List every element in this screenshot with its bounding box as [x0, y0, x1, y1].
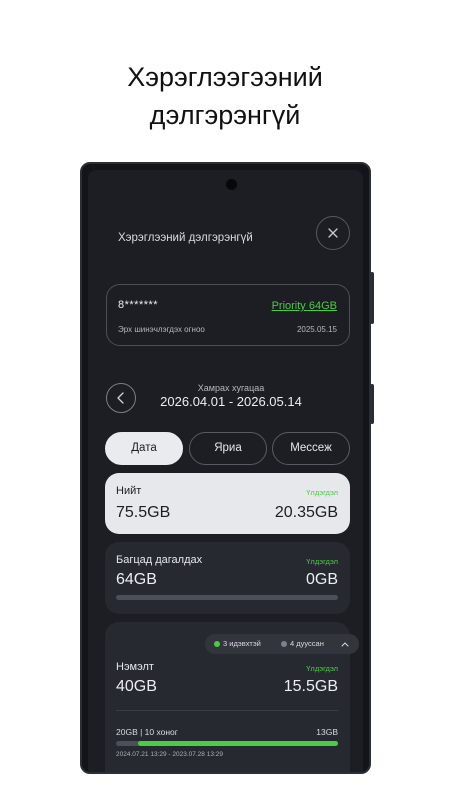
period-label: Хамрах хугацаа [197, 383, 265, 393]
account-card: 8******* Priority 64GB Эрх шинэчлэгдэх о… [106, 284, 350, 346]
extra-item-remaining: 13GB [316, 727, 338, 737]
chip-active-label: 3 идэвхтэй [223, 639, 261, 648]
renew-date: 2025.05.15 [296, 325, 337, 334]
renew-date-label: Эрх шинэчлэгдэх огноо [118, 325, 205, 334]
extra-item-progress-bar [116, 741, 338, 746]
period-value: 2026.04.01 - 2026.05.14 [160, 394, 302, 409]
expired-dot-icon [281, 641, 287, 647]
active-dot-icon [214, 641, 220, 647]
plan-link[interactable]: Priority 64GB [272, 300, 337, 312]
extra-remaining: 15.5GB [283, 678, 338, 695]
screen-title: Хэрэглээний дэлгэрэнгүй [118, 232, 253, 244]
chevron-up-icon [341, 642, 349, 647]
front-camera [226, 179, 237, 190]
package-label: Багцад дагалдах [116, 554, 203, 566]
total-remaining: 20.35GB [274, 504, 338, 521]
extra-item-progress-fill [138, 741, 338, 746]
extra-amount: 40GB [116, 678, 157, 695]
account-number: 8******* [118, 299, 159, 311]
phone-frame: Хэрэглээний дэлгэрэнгүй 8******* Priorit… [80, 162, 371, 774]
headline: Хэрэглээгээний дэлгэрэнгүй [0, 58, 450, 134]
extra-label: Нэмэлт [116, 661, 154, 673]
package-amount: 64GB [116, 571, 157, 588]
tab-sms[interactable]: Мессеж [272, 432, 350, 465]
close-icon [328, 228, 338, 238]
extra-usage-card: 3 идэвхтэй 4 дууссан Нэмэлт Үлдэгдэл 40G… [105, 622, 359, 772]
total-label: Нийт [116, 485, 142, 497]
total-remaining-label: Үлдэгдэл [306, 488, 338, 497]
extra-filter-chip[interactable]: 3 идэвхтэй 4 дууссан [205, 634, 359, 654]
package-remaining: 0GB [305, 571, 338, 588]
extra-item-dates: 2024.07.21 13:29 - 2023.07.28 13:29 [116, 751, 223, 758]
previous-period-button[interactable] [106, 383, 136, 413]
extra-item-title: 20GB | 10 хоног [116, 727, 178, 737]
tab-data[interactable]: Дата [105, 432, 183, 465]
package-progress-bar [116, 595, 338, 600]
close-button[interactable] [316, 216, 350, 250]
total-usage-card: Нийт Үлдэгдэл 75.5GB 20.35GB [105, 473, 350, 534]
app-screen: Хэрэглээний дэлгэрэнгүй 8******* Priorit… [88, 170, 363, 772]
divider [116, 710, 338, 711]
package-remaining-label: Үлдэгдэл [306, 557, 338, 566]
chevron-left-icon [117, 392, 124, 404]
headline-line-2: дэлгэрэнгүй [149, 100, 301, 130]
headline-line-1: Хэрэглээгээний [127, 62, 323, 92]
tab-call[interactable]: Яриа [189, 432, 267, 465]
extra-remaining-label: Үлдэгдэл [306, 664, 338, 673]
package-usage-card: Багцад дагалдах Үлдэгдэл 64GB 0GB [105, 542, 350, 614]
chip-expired-label: 4 дууссан [290, 639, 324, 648]
total-amount: 75.5GB [116, 504, 171, 521]
